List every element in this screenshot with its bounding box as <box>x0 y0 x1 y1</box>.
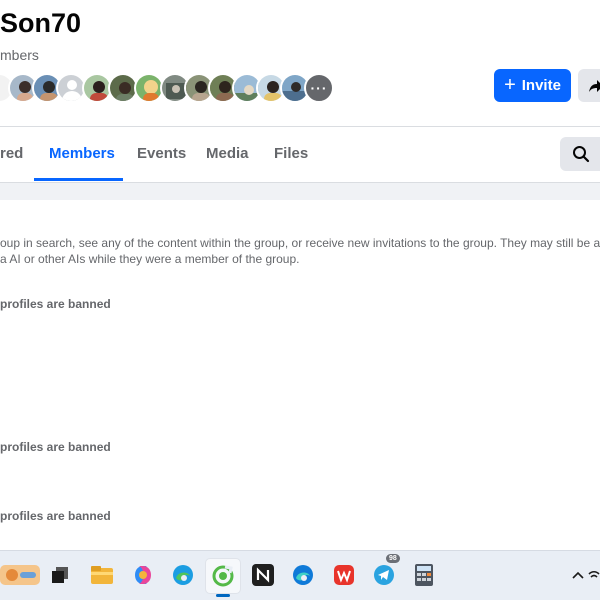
tab-featured[interactable]: red <box>0 127 23 182</box>
banned-profiles-heading: profiles are banned <box>0 509 111 523</box>
banned-profiles-heading: profiles are banned <box>0 297 111 311</box>
invite-button[interactable]: + Invite <box>494 69 571 102</box>
calculator-icon[interactable] <box>410 561 438 589</box>
banned-description: oup in search, see any of the content wi… <box>0 235 600 267</box>
plus-icon: + <box>504 73 516 96</box>
edge-icon[interactable] <box>169 561 197 589</box>
tab-members[interactable]: Members <box>49 127 115 182</box>
description-line: a AI or other AIs while they were a memb… <box>0 252 300 266</box>
share-arrow-icon <box>589 79 600 92</box>
telegram-badge: 98 <box>386 554 400 563</box>
member-avatars[interactable]: ··· <box>0 73 364 103</box>
active-app-indicator <box>216 594 230 597</box>
group-title: Son70 <box>0 8 82 38</box>
windows-taskbar: 98 <box>0 550 600 600</box>
invite-label: Invite <box>521 77 561 94</box>
search-icon <box>573 146 590 163</box>
notion-icon[interactable] <box>249 561 277 589</box>
banned-profiles-heading: profiles are banned <box>0 440 111 454</box>
active-tab-indicator <box>34 178 123 181</box>
group-header: Son70 mbers ··· + Invite <box>0 0 600 127</box>
group-tabs: red Members Events Media Files <box>0 127 600 182</box>
search-button[interactable] <box>560 137 600 171</box>
wifi-icon[interactable] <box>588 561 600 589</box>
tab-events[interactable]: Events <box>137 127 186 182</box>
description-line: oup in search, see any of the content wi… <box>0 236 600 250</box>
file-explorer-icon[interactable] <box>88 561 116 589</box>
app-active-icon[interactable] <box>205 558 241 594</box>
tab-files[interactable]: Files <box>274 127 308 182</box>
wps-office-icon[interactable] <box>330 561 358 589</box>
copilot-icon[interactable] <box>129 561 157 589</box>
telegram-icon[interactable] <box>370 561 398 589</box>
edge-beta-icon[interactable] <box>289 561 317 589</box>
more-members-button[interactable]: ··· <box>304 73 334 103</box>
task-view-icon[interactable] <box>46 561 74 589</box>
member-count[interactable]: mbers <box>0 47 39 63</box>
widgets-icon[interactable] <box>0 561 40 589</box>
share-button[interactable] <box>578 69 600 102</box>
tab-media[interactable]: Media <box>206 127 249 182</box>
